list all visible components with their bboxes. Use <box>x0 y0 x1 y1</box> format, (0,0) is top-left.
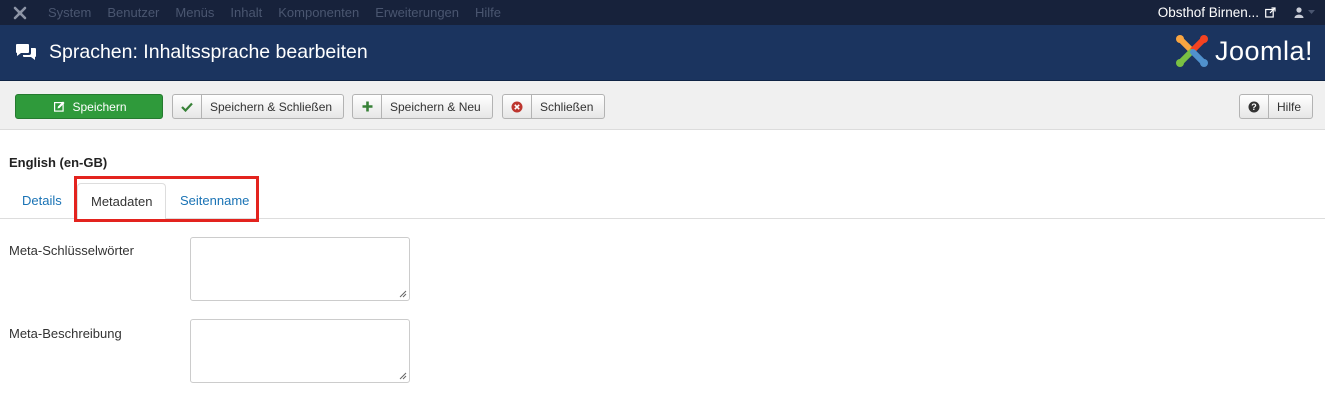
language-title: English (en-GB) <box>9 155 108 170</box>
meta-keywords-textarea[interactable] <box>190 237 410 301</box>
page-header: Sprachen: Inhaltssprache bearbeiten Joom… <box>0 25 1325 81</box>
question-icon: ? <box>1240 95 1269 118</box>
check-icon <box>173 95 202 118</box>
joomla-mini-icon[interactable] <box>0 0 40 25</box>
save-close-button[interactable]: Speichern & Schließen <box>172 94 344 119</box>
save-new-label: Speichern & Neu <box>390 99 481 114</box>
main-menu: System Benutzer Menüs Inhalt Komponenten… <box>40 0 509 25</box>
resize-grip-icon[interactable] <box>399 290 407 298</box>
joomla-logo-icon <box>1175 35 1208 67</box>
comments-icon <box>15 42 37 64</box>
menu-menus[interactable]: Menüs <box>167 0 222 25</box>
external-link-icon <box>1265 7 1276 18</box>
menu-hilfe[interactable]: Hilfe <box>467 0 509 25</box>
tab-details[interactable]: Details <box>9 183 75 219</box>
close-label: Schließen <box>540 99 594 114</box>
help-label: Hilfe <box>1277 99 1302 114</box>
close-button[interactable]: Schließen <box>502 94 605 119</box>
toolbar: Speichern Speichern & Schließen Speicher… <box>0 81 1325 130</box>
page-title: Sprachen: Inhaltssprache bearbeiten <box>49 41 368 63</box>
joomla-logo: Joomla! <box>1175 34 1313 68</box>
save-button[interactable]: Speichern <box>15 94 163 119</box>
menu-inhalt[interactable]: Inhalt <box>222 0 270 25</box>
user-icon <box>1294 7 1304 18</box>
highlight-box <box>74 176 259 222</box>
menu-komponenten[interactable]: Komponenten <box>270 0 367 25</box>
site-link[interactable]: Obsthof Birnen... <box>1158 5 1294 20</box>
joomla-logo-text: Joomla! <box>1214 35 1313 66</box>
cancel-icon <box>503 95 532 118</box>
menu-benutzer[interactable]: Benutzer <box>99 0 167 25</box>
save-new-button[interactable]: Speichern & Neu <box>352 94 493 119</box>
meta-description-label: Meta-Beschreibung <box>9 326 122 341</box>
caret-down-icon <box>1308 10 1315 14</box>
edit-icon <box>51 95 67 118</box>
save-button-label: Speichern <box>72 99 127 114</box>
meta-description-textarea[interactable] <box>190 319 410 383</box>
save-close-label: Speichern & Schließen <box>210 99 333 114</box>
help-button[interactable]: ? Hilfe <box>1239 94 1313 119</box>
meta-keywords-label: Meta-Schlüsselwörter <box>9 243 134 258</box>
user-menu[interactable] <box>1294 7 1325 18</box>
admin-menu-bar: System Benutzer Menüs Inhalt Komponenten… <box>0 0 1325 25</box>
plus-icon <box>353 95 382 118</box>
site-name: Obsthof Birnen... <box>1157 5 1259 20</box>
resize-grip-icon[interactable] <box>399 372 407 380</box>
menu-erweiterungen[interactable]: Erweiterungen <box>367 0 467 25</box>
svg-text:?: ? <box>1251 102 1257 112</box>
menu-system[interactable]: System <box>40 0 99 25</box>
